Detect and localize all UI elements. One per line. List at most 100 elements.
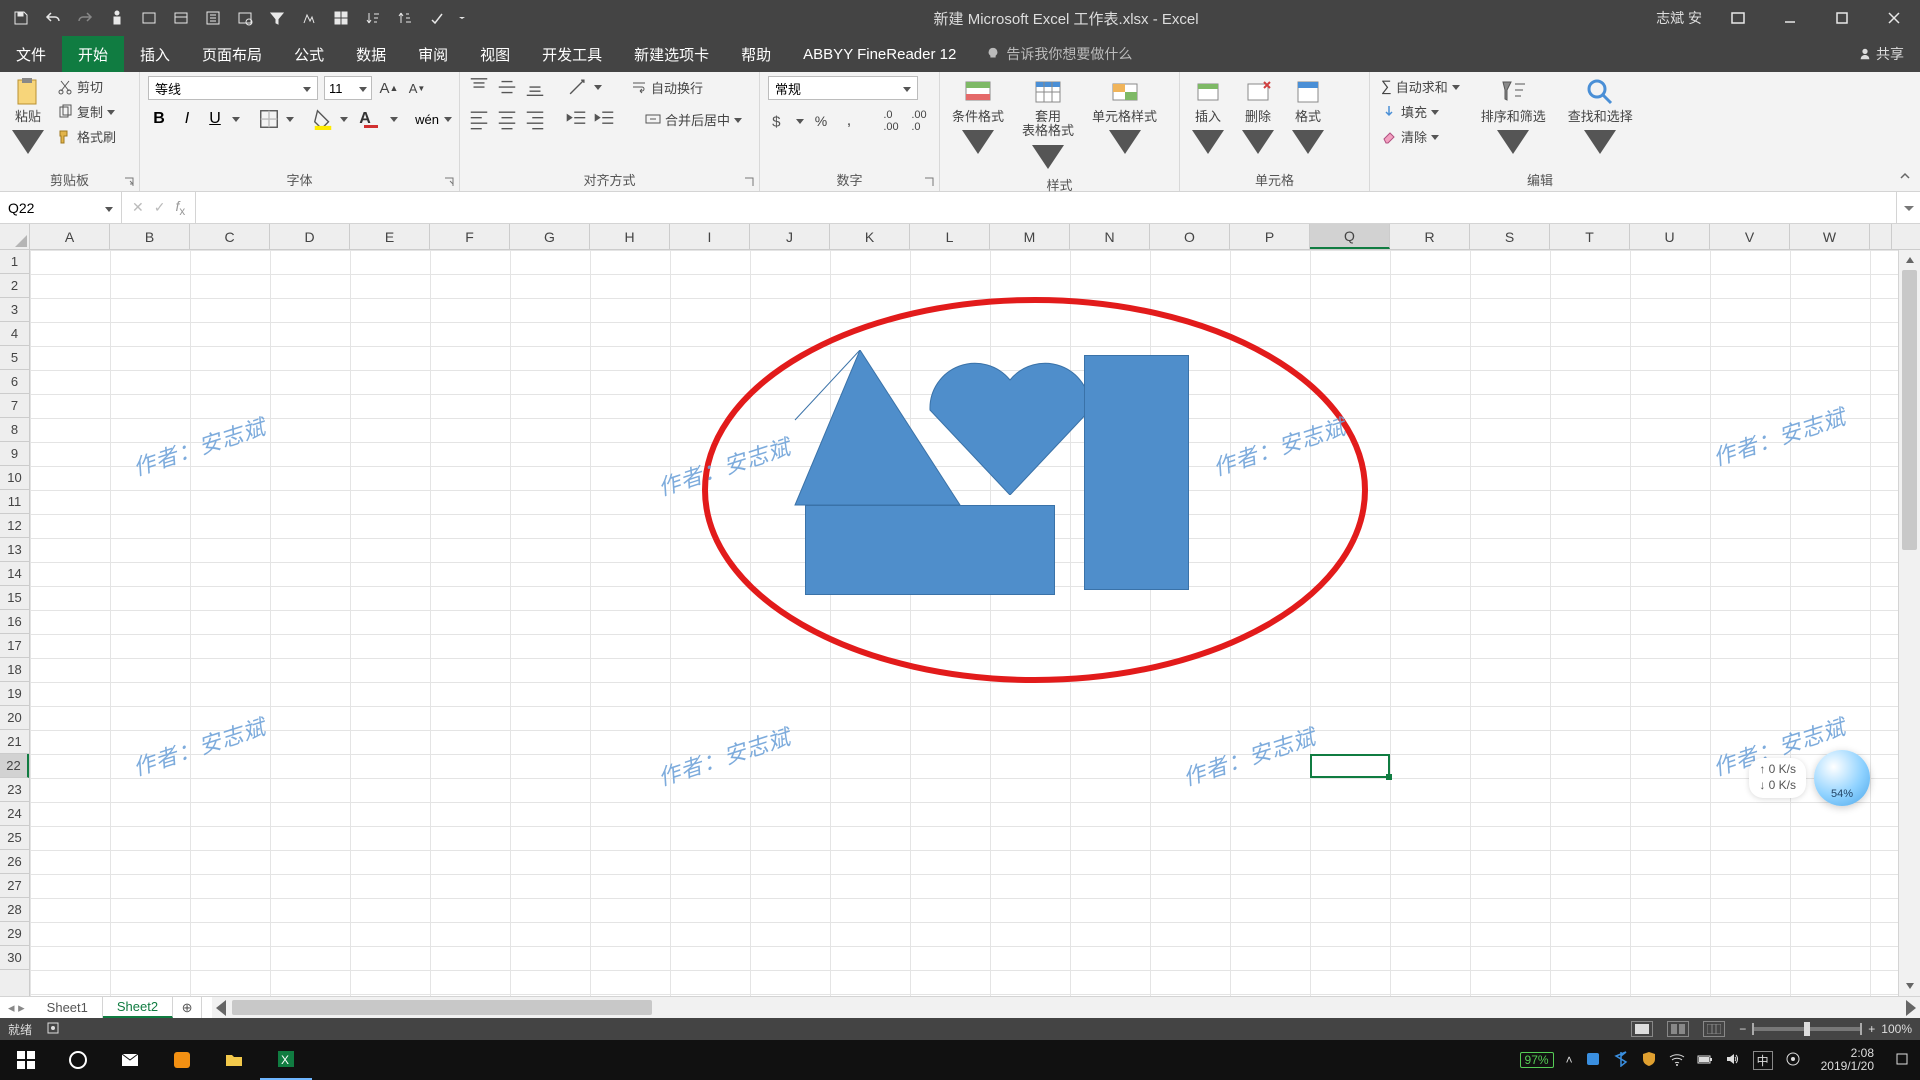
row-header-10[interactable]: 10 [0,466,29,490]
col-header-Q[interactable]: Q [1310,224,1390,249]
row-header-20[interactable]: 20 [0,706,29,730]
phonetic-button[interactable]: wén [416,108,438,130]
tab-insert[interactable]: 插入 [124,36,186,72]
start-button[interactable] [0,1040,52,1080]
clipboard-dialog-launcher[interactable] [123,175,135,187]
underline-button[interactable]: U [204,108,226,130]
comma-format-icon[interactable]: , [838,110,860,132]
percent-format-icon[interactable]: % [810,110,832,132]
find-select-button[interactable]: 查找和选择 [1564,76,1637,158]
filter-icon[interactable] [266,7,288,29]
border-dd[interactable] [286,110,294,128]
align-center-icon[interactable] [496,108,518,130]
qat-icon-5[interactable] [298,7,320,29]
taskbar-clock[interactable]: 2:08 2019/1/20 [1813,1047,1882,1073]
col-header-P[interactable]: P [1230,224,1310,249]
sort-desc-icon[interactable] [394,7,416,29]
tab-custom[interactable]: 新建选项卡 [618,36,725,72]
minimize-icon[interactable] [1770,0,1810,36]
cancel-formula-icon[interactable]: ✕ [132,199,144,216]
qat-icon-3[interactable] [202,7,224,29]
tray-app-icon[interactable] [1585,1051,1601,1070]
zoom-slider[interactable] [1752,1027,1862,1031]
notifications-icon[interactable] [1894,1051,1910,1070]
col-header-O[interactable]: O [1150,224,1230,249]
row-header-11[interactable]: 11 [0,490,29,514]
number-format-combo[interactable]: 常规 [768,76,918,100]
row-header-28[interactable]: 28 [0,898,29,922]
save-icon[interactable] [10,7,32,29]
new-sheet-button[interactable]: ⊕ [173,997,201,1018]
shape-heart[interactable] [920,345,1100,495]
col-header-G[interactable]: G [510,224,590,249]
shape-rect-tall[interactable] [1084,355,1189,590]
col-header-B[interactable]: B [110,224,190,249]
row-header-23[interactable]: 23 [0,778,29,802]
row-header-5[interactable]: 5 [0,346,29,370]
sheet-tab-2[interactable]: Sheet2 [103,997,173,1018]
ribbon-display-icon[interactable] [1718,0,1758,36]
orientation-icon[interactable] [566,76,588,98]
security-icon[interactable] [1641,1051,1657,1070]
col-header-F[interactable]: F [430,224,510,249]
sort-asc-icon[interactable] [362,7,384,29]
mail-icon[interactable] [104,1040,156,1080]
row-header-26[interactable]: 26 [0,850,29,874]
redo-icon[interactable] [74,7,96,29]
scroll-down-icon[interactable] [1899,976,1920,996]
copy-button[interactable]: 复制 [54,101,118,122]
fill-color-button[interactable] [312,108,334,130]
delete-cells-button[interactable]: 删除 [1238,76,1278,158]
page-layout-view-icon[interactable] [1667,1021,1689,1037]
wifi-icon[interactable] [1669,1051,1685,1070]
tab-view[interactable]: 视图 [464,36,526,72]
row-header-24[interactable]: 24 [0,802,29,826]
vscroll-thumb[interactable] [1902,270,1917,550]
row-header-21[interactable]: 21 [0,730,29,754]
formula-input[interactable] [196,192,1896,223]
col-header-R[interactable]: R [1390,224,1470,249]
row-header-7[interactable]: 7 [0,394,29,418]
format-as-table-button[interactable]: 套用 表格格式 [1018,76,1078,173]
signed-in-user[interactable]: 志斌 安 [1656,8,1706,28]
bluetooth-icon[interactable] [1613,1051,1629,1070]
qat-icon-2[interactable] [170,7,192,29]
row-header-29[interactable]: 29 [0,922,29,946]
align-middle-icon[interactable] [496,76,518,98]
align-bottom-icon[interactable] [524,76,546,98]
close-icon[interactable] [1874,0,1914,36]
decrease-indent-icon[interactable] [566,108,588,130]
uc-browser-icon[interactable] [156,1040,208,1080]
battery-indicator[interactable]: 97% [1520,1052,1554,1068]
number-dialog-launcher[interactable] [923,175,935,187]
row-header-13[interactable]: 13 [0,538,29,562]
row-header-8[interactable]: 8 [0,418,29,442]
tab-page-layout[interactable]: 页面布局 [186,36,278,72]
ime-indicator[interactable]: 中 [1753,1051,1773,1070]
ime-mode-icon[interactable] [1785,1051,1801,1070]
undo-icon[interactable] [42,7,64,29]
maximize-icon[interactable] [1822,0,1862,36]
row-header-12[interactable]: 12 [0,514,29,538]
calc-options-icon[interactable] [330,7,352,29]
expand-formula-bar-icon[interactable] [1896,192,1920,223]
row-header-16[interactable]: 16 [0,610,29,634]
row-header-2[interactable]: 2 [0,274,29,298]
shape-rect-small[interactable] [805,505,1055,595]
share-button[interactable]: 共享 [1842,36,1920,72]
normal-view-icon[interactable] [1631,1021,1653,1037]
scroll-right-icon[interactable] [1900,998,1920,1018]
bold-button[interactable]: B [148,108,170,130]
tray-chevron-icon[interactable]: ˄ [1566,1053,1573,1067]
increase-font-icon[interactable]: A▲ [378,77,400,99]
row-header-27[interactable]: 27 [0,874,29,898]
battery-icon[interactable] [1697,1051,1713,1070]
col-header-L[interactable]: L [910,224,990,249]
row-header-1[interactable]: 1 [0,250,29,274]
row-header-4[interactable]: 4 [0,322,29,346]
col-header-T[interactable]: T [1550,224,1630,249]
alignment-dialog-launcher[interactable] [743,175,755,187]
tab-help[interactable]: 帮助 [725,36,787,72]
col-header-M[interactable]: M [990,224,1070,249]
row-header-3[interactable]: 3 [0,298,29,322]
